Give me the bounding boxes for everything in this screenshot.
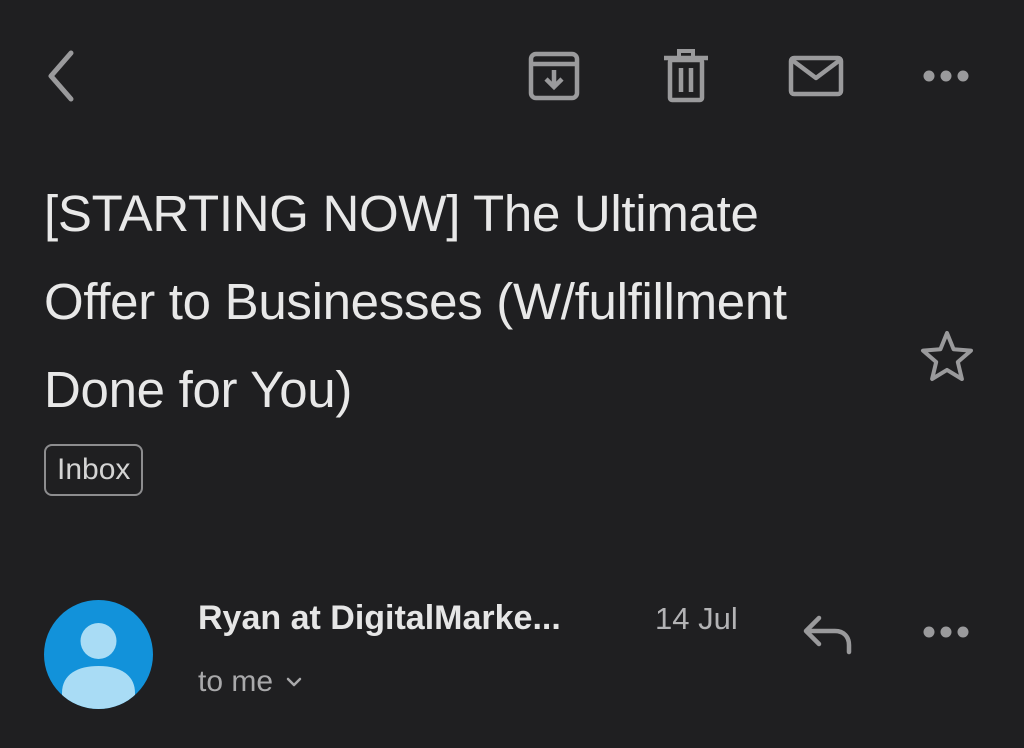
- chevron-left-icon: [48, 50, 74, 102]
- recipient-details-toggle[interactable]: to me: [198, 660, 303, 704]
- more-horizontal-icon: [923, 70, 969, 82]
- message-date: 14 Jul: [655, 601, 738, 636]
- more-options-button[interactable]: [914, 44, 978, 108]
- reply-button[interactable]: [796, 604, 860, 664]
- star-icon: [921, 331, 973, 381]
- archive-icon: [528, 51, 580, 101]
- person-icon: [62, 623, 135, 709]
- inbox-label-chip[interactable]: Inbox: [44, 444, 144, 496]
- sender-name: Ryan at DigitalMarke...: [198, 599, 561, 637]
- top-toolbar: [0, 0, 1024, 150]
- sender-avatar[interactable]: [44, 600, 153, 709]
- trash-icon: [664, 49, 708, 103]
- star-button[interactable]: [914, 324, 980, 390]
- email-subject: [STARTING NOW] The Ultimate Offer to Bus…: [44, 185, 787, 418]
- mail-icon: [788, 55, 844, 97]
- mark-unread-button[interactable]: [784, 44, 848, 108]
- chevron-down-icon: [285, 676, 303, 688]
- message-more-options-button[interactable]: [914, 600, 978, 664]
- recipient-label: to me: [198, 665, 274, 698]
- delete-button[interactable]: [654, 44, 718, 108]
- more-horizontal-icon: [923, 626, 969, 638]
- back-button[interactable]: [30, 44, 90, 108]
- archive-button[interactable]: [522, 44, 586, 108]
- reply-icon: [803, 615, 852, 655]
